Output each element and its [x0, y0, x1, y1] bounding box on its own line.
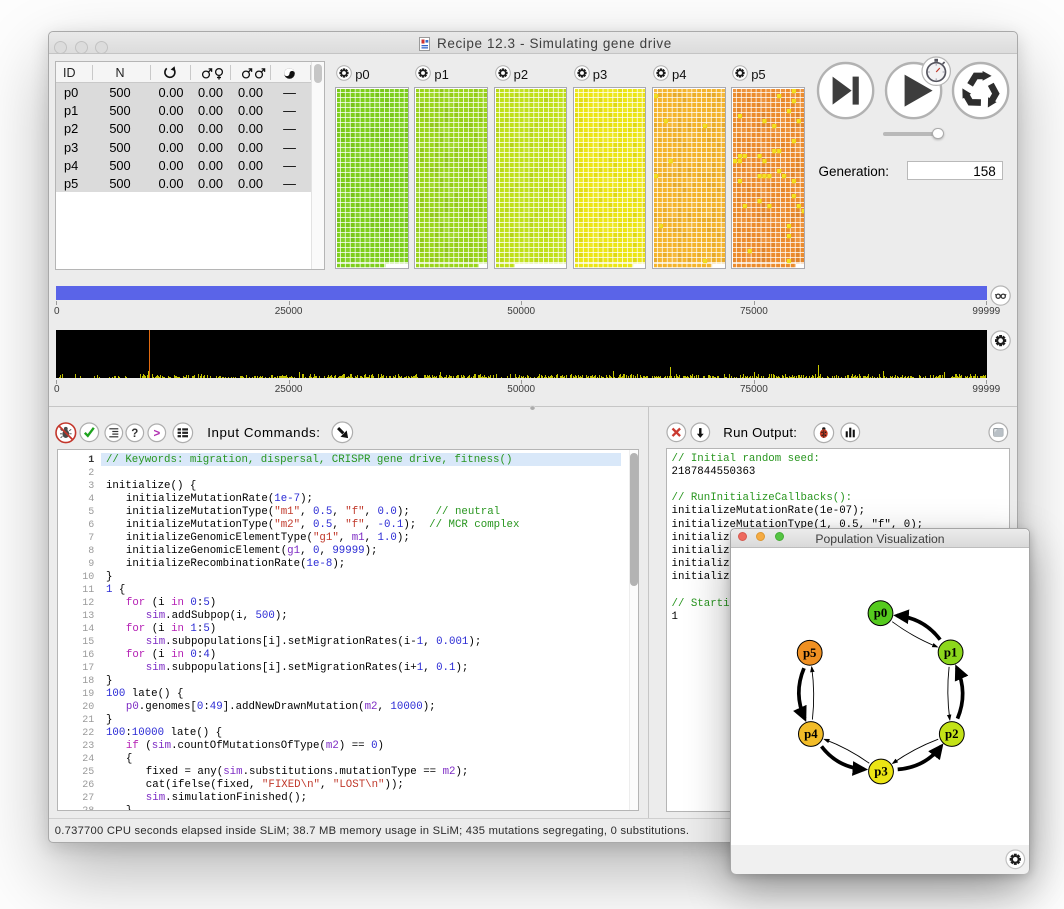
svg-text:p0: p0 [874, 606, 888, 620]
svg-text:?: ? [131, 427, 138, 439]
svg-text:p2: p2 [945, 727, 959, 741]
svg-text:p5: p5 [803, 646, 817, 660]
svg-text:p1: p1 [944, 645, 958, 659]
svg-text:>: > [154, 427, 161, 439]
svg-text:p4: p4 [804, 727, 818, 741]
svg-text:p3: p3 [874, 765, 888, 779]
